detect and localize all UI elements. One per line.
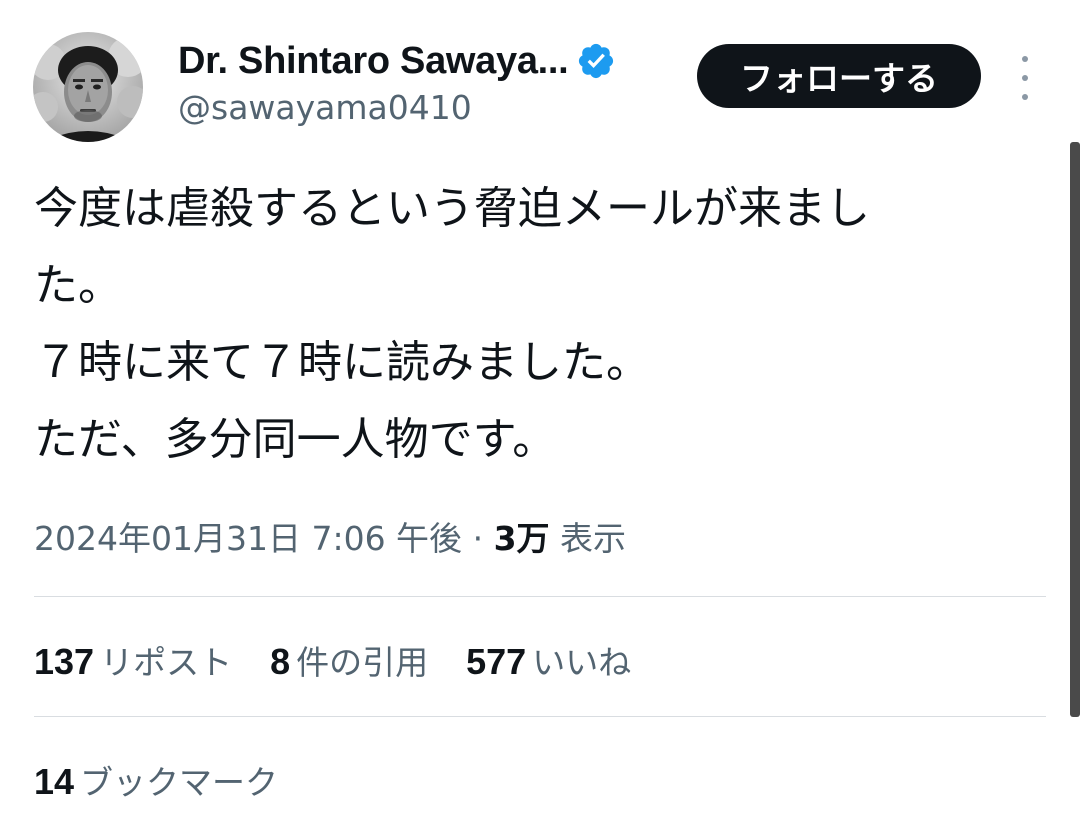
- quotes-count: 8: [270, 641, 291, 682]
- author-display-name[interactable]: Dr. Shintaro Sawaya...: [178, 40, 569, 83]
- more-dot: [1022, 75, 1028, 81]
- author-name-row[interactable]: Dr. Shintaro Sawaya...: [178, 38, 616, 84]
- tweet-line: ただ、多分同一人物です。: [34, 414, 557, 465]
- tweet-timestamp[interactable]: 2024年01月31日 7:06 午後: [34, 519, 462, 558]
- bookmarks-count: 14: [34, 761, 75, 802]
- engagement-stats: 137 リポスト 8 件の引用 577 いいね: [34, 636, 669, 684]
- tweet-detail-page: Dr. Shintaro Sawaya... @sawayama0410 フォロ…: [0, 0, 1080, 835]
- more-dot: [1022, 94, 1028, 100]
- reposts-label: リポスト: [100, 643, 233, 682]
- author-handle[interactable]: @sawayama0410: [178, 88, 472, 127]
- likes-count: 577: [466, 641, 527, 682]
- divider: [34, 716, 1046, 717]
- likes-label: いいね: [532, 643, 632, 682]
- more-dot: [1022, 56, 1028, 62]
- follow-button[interactable]: フォローする: [697, 44, 981, 108]
- tweet-text: 今度は虐殺するという脅迫メールが来まし た。 ７時に来て７時に読みました。 ただ…: [34, 170, 1024, 478]
- tweet-meta: 2024年01月31日 7:06 午後 · 3万 表示: [34, 512, 626, 560]
- meta-separator: ·: [472, 519, 484, 558]
- verified-badge-icon: [576, 41, 616, 81]
- bookmarks-stat[interactable]: 14 ブックマーク: [34, 756, 278, 804]
- avatar[interactable]: [33, 32, 143, 142]
- more-vertical-icon[interactable]: [1010, 56, 1040, 100]
- views-label: 表示: [560, 519, 627, 558]
- tweet-line: ７時に来て７時に読みました。: [34, 337, 650, 388]
- tweet-line: 今度は虐殺するという脅迫メールが来まし: [34, 183, 870, 234]
- tweet-line: た。: [34, 260, 122, 311]
- profile-photo: [33, 32, 143, 142]
- divider: [34, 596, 1046, 597]
- views-count: 3万: [493, 519, 550, 558]
- quotes-stat[interactable]: 8 件の引用: [270, 636, 428, 684]
- reposts-stat[interactable]: 137 リポスト: [34, 636, 232, 684]
- scrollbar[interactable]: [1070, 142, 1080, 717]
- bookmarks-label: ブックマーク: [80, 763, 279, 802]
- reposts-count: 137: [34, 641, 95, 682]
- likes-stat[interactable]: 577 いいね: [466, 636, 631, 684]
- quotes-label: 件の引用: [296, 643, 429, 682]
